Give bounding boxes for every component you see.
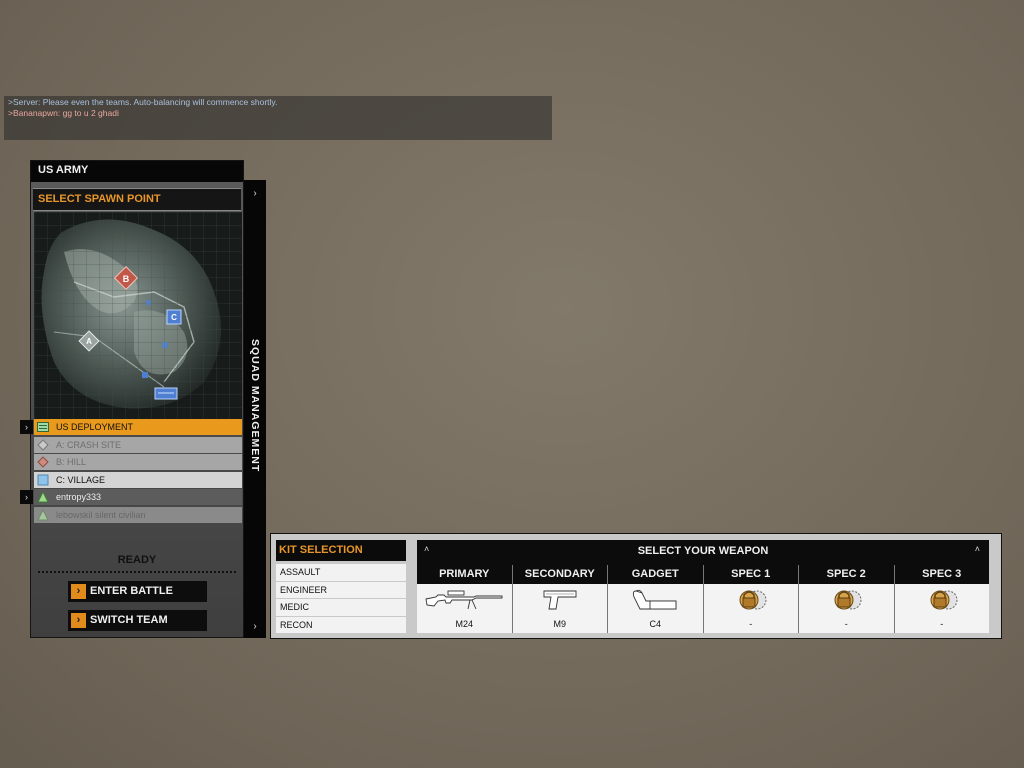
slot-label: GADGET: [608, 565, 703, 584]
switch-team-label: SWITCH TEAM: [90, 614, 168, 626]
squad-management-label: SQUAD MANAGEMENT: [249, 339, 261, 473]
spawn-panel: US ARMY SELECT SPAWN POINT B A C › US DE…: [20, 160, 244, 638]
c4-explosive-icon: [633, 589, 677, 610]
enter-battle-button[interactable]: › ENTER BATTLE: [68, 581, 207, 602]
flag-c-map-icon: C: [166, 309, 182, 325]
spawn-row-squad-member[interactable]: › entropy333: [20, 489, 242, 506]
slot-label: SECONDARY: [512, 565, 607, 584]
slot-body: C4: [608, 584, 703, 633]
ready-label: READY: [117, 554, 157, 566]
soldier-icon: [37, 491, 49, 503]
slot-body: M9: [512, 584, 607, 633]
slot-body: M24: [417, 584, 512, 633]
weapon-name: -: [844, 619, 848, 629]
chevron-right-icon: ›: [253, 621, 257, 632]
locked-spec-icon: [834, 590, 862, 610]
caret-up-icon[interactable]: ˄: [975, 544, 980, 554]
slot-body: -: [703, 584, 798, 633]
slot-spec-3[interactable]: SPEC 3 -: [894, 565, 989, 633]
chat-line-server: >Server: Please even the teams. Auto-bal…: [8, 97, 278, 107]
spawn-row-squad-member[interactable]: lebowskil silent civilian: [34, 506, 242, 523]
spawn-label: US DEPLOYMENT: [56, 422, 134, 432]
weapon-header-title: SELECT YOUR WEAPON: [637, 545, 769, 557]
slot-body: -: [894, 584, 989, 633]
selection-arrow-icon: ›: [20, 490, 33, 505]
locked-spec-icon: [930, 590, 958, 610]
chevron-right-icon: ›: [71, 584, 86, 599]
locked-spec-icon: [739, 590, 767, 610]
spawn-row-crash-site[interactable]: A: CRASH SITE: [34, 436, 242, 453]
deployment-map-icon: [154, 387, 178, 400]
weapon-name: M24: [455, 619, 473, 629]
spawn-label: lebowskil silent civilian: [56, 509, 146, 520]
spawn-label: B: HILL: [56, 457, 87, 468]
chat-box: >Server: Please even the teams. Auto-bal…: [4, 96, 552, 140]
team-name: US ARMY: [38, 164, 89, 176]
team-header: US ARMY: [31, 161, 243, 182]
minimap[interactable]: B A C: [34, 212, 242, 419]
slot-spec-1[interactable]: SPEC 1 -: [703, 565, 799, 633]
chevron-right-icon: ›: [71, 613, 86, 628]
switch-team-button[interactable]: › SWITCH TEAM: [68, 610, 207, 631]
squad-management-tab[interactable]: › SQUAD MANAGEMENT ›: [244, 180, 266, 638]
weapon-header: ˄ SELECT YOUR WEAPON ˄: [417, 540, 989, 562]
enter-battle-label: ENTER BATTLE: [90, 585, 173, 597]
spawn-row-hill[interactable]: B: HILL: [34, 454, 242, 471]
deployment-icon: [37, 421, 49, 433]
kit-item-assault[interactable]: ASSAULT: [276, 564, 406, 581]
spawn-label: C: VILLAGE: [56, 474, 106, 485]
slot-label: PRIMARY: [417, 565, 512, 584]
chevron-right-icon: ›: [253, 188, 257, 199]
spawn-row-village[interactable]: C: VILLAGE: [34, 471, 242, 488]
flag-c-icon: [37, 474, 49, 486]
weapon-selection: ˄ SELECT YOUR WEAPON ˄ PRIMARY M24 SECON…: [417, 540, 989, 633]
slot-body: -: [799, 584, 894, 633]
weapon-name: -: [940, 619, 944, 629]
spawn-label: entropy333: [56, 492, 102, 503]
slot-spec-2[interactable]: SPEC 2 -: [799, 565, 895, 633]
kit-list: ASSAULT ENGINEER MEDIC RECON: [276, 564, 406, 634]
spawn-label: A: CRASH SITE: [56, 439, 122, 450]
kit-item-medic[interactable]: MEDIC: [276, 599, 406, 616]
spawn-point-list: › US DEPLOYMENT A: CRASH SITE B: HILL C:…: [20, 419, 242, 525]
slot-label: SPEC 1: [703, 565, 798, 584]
svg-text:A: A: [86, 337, 92, 346]
flag-b-icon: [37, 456, 49, 468]
sniper-rifle-icon: [425, 590, 503, 610]
svg-text:C: C: [171, 313, 177, 322]
kit-selection-header: KIT SELECTION: [276, 540, 406, 561]
spawn-point-title: SELECT SPAWN POINT: [38, 193, 161, 205]
kit-item-recon[interactable]: RECON: [276, 616, 406, 633]
kit-selection-title: KIT SELECTION: [279, 544, 363, 556]
spawn-point-header: SELECT SPAWN POINT: [33, 188, 241, 211]
weapon-name: -: [749, 619, 753, 629]
slot-secondary[interactable]: SECONDARY M9: [512, 565, 608, 633]
selection-arrow-icon: ›: [20, 420, 33, 434]
pistol-icon: [543, 590, 577, 610]
slot-label: SPEC 3: [894, 565, 989, 584]
divider: [38, 571, 236, 573]
chat-line-player: >Bananapwn: gg to u 2 ghadi: [8, 108, 119, 118]
soldier-icon: [37, 508, 49, 521]
weapon-name: M9: [553, 619, 566, 629]
weapon-slots: PRIMARY M24 SECONDARY M9 GADGET C4 SPEC …: [417, 565, 989, 633]
svg-text:B: B: [123, 274, 130, 284]
slot-label: SPEC 2: [799, 565, 894, 584]
kit-panel: KIT SELECTION ASSAULT ENGINEER MEDIC REC…: [270, 533, 1002, 639]
flag-a-icon: [37, 438, 49, 451]
spawn-row-us-deployment[interactable]: › US DEPLOYMENT: [20, 419, 242, 435]
weapon-name: C4: [649, 619, 661, 629]
slot-primary[interactable]: PRIMARY M24: [417, 565, 513, 633]
kit-item-engineer[interactable]: ENGINEER: [276, 581, 406, 598]
slot-gadget[interactable]: GADGET C4: [608, 565, 704, 633]
